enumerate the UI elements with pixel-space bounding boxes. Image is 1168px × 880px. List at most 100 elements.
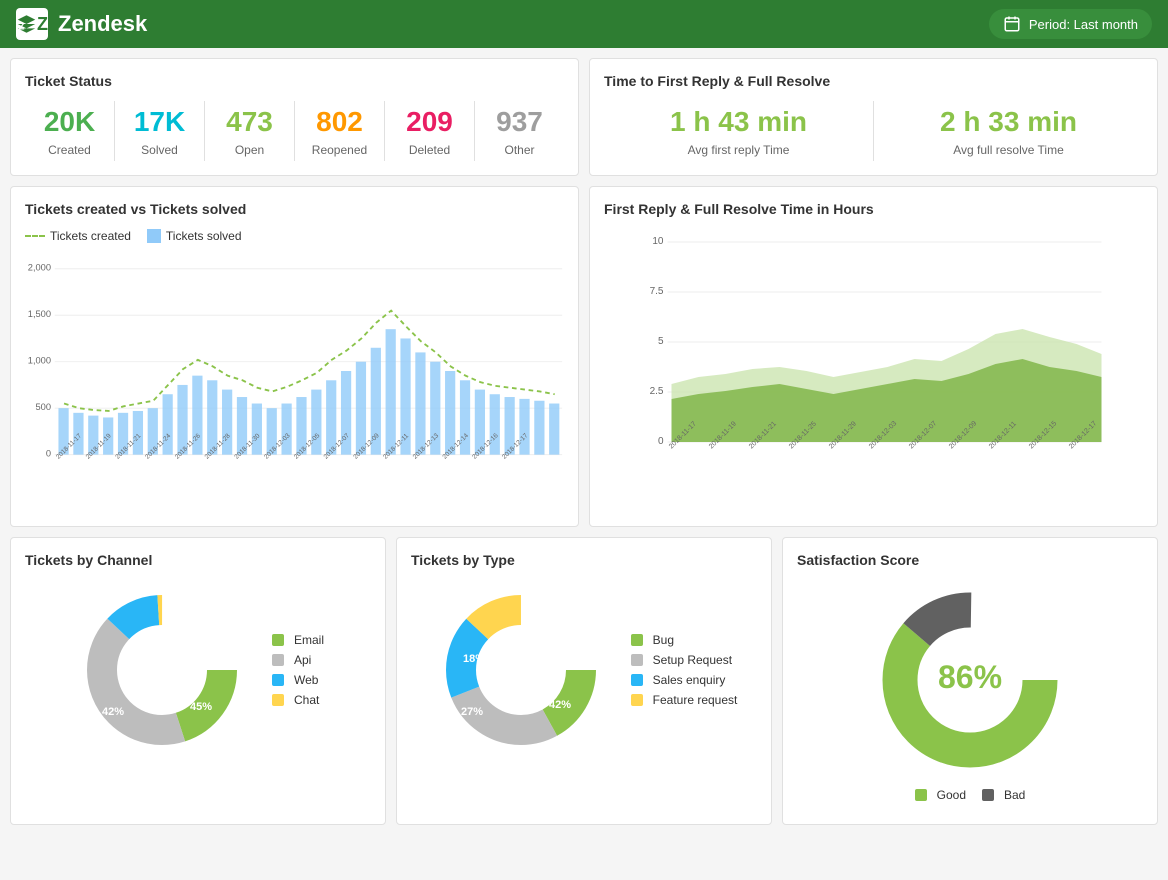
svg-text:42%: 42% xyxy=(102,706,124,718)
time-panel: Time to First Reply & Full Resolve 1 h 4… xyxy=(589,58,1158,176)
bad-color xyxy=(982,789,994,801)
channel-title: Tickets by Channel xyxy=(25,552,371,568)
header-left: Z Z Zendesk xyxy=(16,8,147,40)
time-first-reply-label: Avg first reply Time xyxy=(612,143,865,157)
bottom-row: Tickets by Channel 12% 1% xyxy=(10,537,1158,825)
type-donut-container: 13% 42% 27% 18% Bug Setup Request xyxy=(411,580,757,760)
metric-open: 473 Open xyxy=(204,101,294,161)
channel-panel: Tickets by Channel 12% 1% xyxy=(10,537,386,825)
svg-text:13%: 13% xyxy=(549,646,571,658)
metric-solved: 17K Solved xyxy=(114,101,204,161)
time-metrics: 1 h 43 min Avg first reply Time 2 h 33 m… xyxy=(604,101,1143,161)
logo-icon: Z Z xyxy=(16,8,48,40)
period-button[interactable]: Period: Last month xyxy=(989,9,1152,39)
good-color xyxy=(915,789,927,801)
type-panel: Tickets by Type 13% 42% 27% 18% xyxy=(396,537,772,825)
channel-legend-api: Api xyxy=(272,653,324,667)
type-setup-label: Setup Request xyxy=(653,653,732,667)
metric-created-label: Created xyxy=(33,143,106,157)
app-title: Zendesk xyxy=(58,11,147,37)
type-legend-setup: Setup Request xyxy=(631,653,738,667)
api-color xyxy=(272,654,284,666)
metric-other-value: 937 xyxy=(483,105,556,139)
metric-solved-label: Solved xyxy=(123,143,196,157)
channel-legend: Email Api Web Chat xyxy=(272,633,324,707)
svg-text:86%: 86% xyxy=(938,659,1002,695)
period-label: Period: Last month xyxy=(1029,17,1138,32)
time-full-resolve-value: 2 h 33 min xyxy=(882,105,1135,139)
channel-chat-label: Chat xyxy=(294,693,319,707)
setup-color xyxy=(631,654,643,666)
svg-text:0: 0 xyxy=(658,436,664,447)
time-first-reply-value: 1 h 43 min xyxy=(612,105,865,139)
svg-text:1,500: 1,500 xyxy=(28,309,51,319)
satisfaction-donut: 86% xyxy=(870,580,1070,780)
satisfaction-content: 86% Good Bad xyxy=(797,580,1143,810)
channel-legend-chat: Chat xyxy=(272,693,324,707)
satisfaction-bad-label: Bad xyxy=(1004,788,1025,802)
calendar-icon xyxy=(1003,15,1021,33)
type-feature-label: Feature request xyxy=(653,693,738,707)
web-color xyxy=(272,674,284,686)
created-vs-solved-panel: Tickets created vs Tickets solved Ticket… xyxy=(10,186,579,527)
feature-color xyxy=(631,694,643,706)
svg-text:2,000: 2,000 xyxy=(28,262,51,272)
email-color xyxy=(272,634,284,646)
top-row: Ticket Status 20K Created 17K Solved 473… xyxy=(10,58,1158,176)
legend-created: Tickets created xyxy=(25,229,131,243)
metric-created-value: 20K xyxy=(33,105,106,139)
svg-text:1,000: 1,000 xyxy=(28,355,51,365)
type-donut: 13% 42% 27% 18% xyxy=(431,580,611,760)
satisfaction-panel: Satisfaction Score 86% Good xyxy=(782,537,1158,825)
metric-deleted-value: 209 xyxy=(393,105,466,139)
svg-text:5: 5 xyxy=(658,336,664,347)
reply-resolve-title: First Reply & Full Resolve Time in Hours xyxy=(604,201,1143,217)
app-header: Z Z Zendesk Period: Last month xyxy=(0,0,1168,48)
satisfaction-legend: Good Bad xyxy=(915,788,1026,802)
type-donut-svg: 13% 42% 27% 18% xyxy=(431,580,611,760)
legend-solved-label: Tickets solved xyxy=(166,229,242,243)
satisfaction-title: Satisfaction Score xyxy=(797,552,1143,568)
svg-text:10: 10 xyxy=(652,236,664,247)
svg-text:27%: 27% xyxy=(461,706,483,718)
metric-deleted-label: Deleted xyxy=(393,143,466,157)
legend-created-label: Tickets created xyxy=(50,229,131,243)
status-metrics: 20K Created 17K Solved 473 Open 802 Reop… xyxy=(25,101,564,161)
sales-color xyxy=(631,674,643,686)
svg-text:Z: Z xyxy=(19,21,25,32)
svg-text:1%: 1% xyxy=(197,641,213,653)
mid-row: Tickets created vs Tickets solved Ticket… xyxy=(10,186,1158,527)
type-legend-feature: Feature request xyxy=(631,693,738,707)
bar-chart-svg: 2,000 1,500 1,000 500 0 xyxy=(25,251,564,491)
svg-text:7.5: 7.5 xyxy=(650,286,664,297)
reply-resolve-panel: First Reply & Full Resolve Time in Hours… xyxy=(589,186,1158,527)
svg-text:18%: 18% xyxy=(463,653,485,665)
svg-text:500: 500 xyxy=(36,402,52,412)
channel-legend-email: Email xyxy=(272,633,324,647)
metric-deleted: 209 Deleted xyxy=(384,101,474,161)
ticket-status-panel: Ticket Status 20K Created 17K Solved 473… xyxy=(10,58,579,176)
metric-solved-value: 17K xyxy=(123,105,196,139)
legend-solved: Tickets solved xyxy=(147,229,242,243)
metric-open-value: 473 xyxy=(213,105,286,139)
metric-open-label: Open xyxy=(213,143,286,157)
area-chart-svg: 10 7.5 5 2.5 0 xyxy=(604,229,1143,509)
bug-color xyxy=(631,634,643,646)
type-title: Tickets by Type xyxy=(411,552,757,568)
time-full-resolve: 2 h 33 min Avg full resolve Time xyxy=(873,101,1143,161)
channel-email-label: Email xyxy=(294,633,324,647)
channel-web-label: Web xyxy=(294,673,318,687)
type-legend-sales: Sales enquiry xyxy=(631,673,738,687)
satisfaction-good: Good xyxy=(915,788,966,802)
created-vs-solved-legend: Tickets created Tickets solved xyxy=(25,229,564,243)
svg-text:2.5: 2.5 xyxy=(650,386,664,397)
svg-text:12%: 12% xyxy=(127,656,149,668)
satisfaction-good-label: Good xyxy=(937,788,966,802)
svg-text:45%: 45% xyxy=(190,701,212,713)
time-title: Time to First Reply & Full Resolve xyxy=(604,73,1143,89)
metric-reopened-label: Reopened xyxy=(303,143,376,157)
main-content: Ticket Status 20K Created 17K Solved 473… xyxy=(0,48,1168,835)
type-legend: Bug Setup Request Sales enquiry Feature … xyxy=(631,633,738,707)
metric-other: 937 Other xyxy=(474,101,564,161)
metric-created: 20K Created xyxy=(25,101,114,161)
